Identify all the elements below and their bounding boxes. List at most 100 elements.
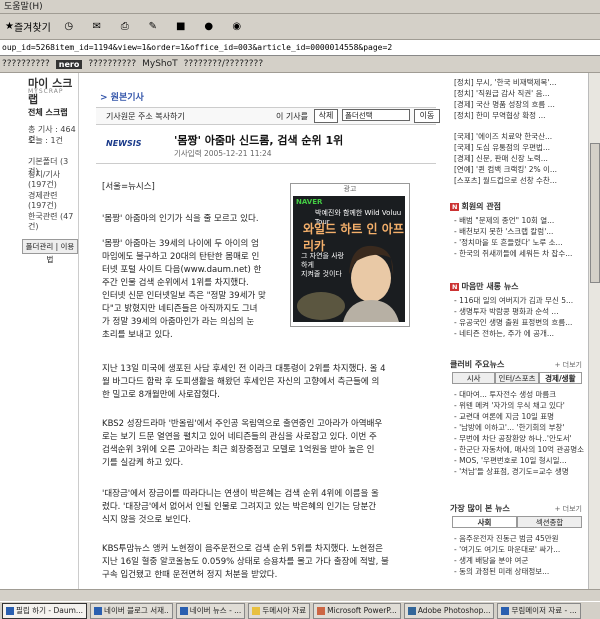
heading-text: 마음만 새롱 뉴스 (461, 282, 519, 291)
news-link[interactable]: - 무번에 차단 공장환양 하나..'안도서' (454, 433, 572, 444)
news-link[interactable]: [경제] 신문, 판매 신장 노력... (454, 153, 548, 164)
article-para: '대장금'에서 장금이를 따라다니는 연생이 박은혜는 검색 순위 4위에 이름… (102, 489, 379, 525)
links-bar: ?????????? nero ?????????? MyShoT ??????… (0, 56, 600, 73)
news-link[interactable]: - '처남'들 상표점, 경기도=교수 생명 (454, 466, 569, 477)
news-link[interactable]: - 생계 배당을 분야 여군 (454, 555, 528, 566)
messenger-icon[interactable]: ● (196, 17, 222, 37)
more-link[interactable]: + 더보기 (555, 360, 582, 370)
ie-icon (6, 606, 14, 615)
new-badge: N (450, 203, 460, 211)
task-item[interactable]: 무림메이저 자료 - ... (497, 602, 581, 619)
tab-enter-sports[interactable]: 인터/스포츠 (495, 372, 539, 384)
task-item[interactable]: 네이버 블로그 서재.. (90, 602, 173, 619)
news-link[interactable]: - '남방에 이하고'... '한기회의 부창' (454, 422, 564, 433)
news-link[interactable]: - MOS, '우편번호로 10일 형시일... (454, 455, 567, 466)
menu-help[interactable]: 도움말(H) (4, 2, 43, 12)
news-link[interactable]: - 116대 일의 여버지가 김과 무신 5... (454, 295, 573, 306)
task-item[interactable]: 두메시아 자료 (248, 602, 311, 619)
move-button[interactable]: 이동 (414, 109, 440, 123)
print-icon[interactable]: ⎙ (112, 17, 138, 37)
news-link[interactable]: - 교련대 여론에 지금 10일 표명 (454, 411, 554, 422)
section-heading: N 마음만 새롱 뉴스 (450, 281, 519, 292)
ad-image[interactable]: NAVER 박예진와 함께한 Wild Voluu Tour 와일드 하트 인 … (293, 196, 405, 322)
folder-select[interactable]: 폴더선택 (342, 109, 410, 121)
news-link[interactable]: - 한국의 쥐새끼들에 세워든 차 잡수... (454, 248, 572, 259)
news-link[interactable]: - '여기도 여기도 마운대로' 싸가... (454, 544, 560, 555)
right-sidebar: [정치] 무시, '한국 비재택제목'... [정치] '직원급 감사 직권' … (446, 73, 588, 589)
link-myshot[interactable]: MyShoT (142, 59, 178, 69)
discuss-icon[interactable]: ■ (168, 17, 194, 37)
folder-icon (252, 606, 261, 615)
popular-tabs: 사회 섹션종합 (452, 516, 582, 528)
powerpoint-icon (317, 606, 326, 615)
this-article-label: 이 기사를 (276, 112, 308, 121)
status-bar (0, 589, 600, 601)
news-link[interactable]: - 한군단 자동차에, 매사의 10억 관공명소 (454, 444, 584, 455)
section-heading: 클러비 주요뉴스 (450, 360, 505, 369)
mail-icon[interactable]: ✉ (84, 17, 110, 37)
folder-economy[interactable]: 경제관련 (197건) (28, 191, 76, 211)
news-link[interactable]: - 동의 과정된 미래 상태정보... (454, 566, 549, 577)
article-para: 지난 13일 미국에 생포된 사담 후세인 전 이라크 대통령이 2위를 차지했… (102, 364, 386, 400)
nero-logo[interactable]: nero (55, 59, 83, 69)
news-link[interactable]: - 생명투자 박람콩 평화과 순석 ... (454, 306, 559, 317)
copy-url-link[interactable]: 기사원문 주소 복사하기 (106, 111, 185, 122)
folder-korea[interactable]: 한국관련 (47건) (28, 212, 76, 232)
task-item[interactable]: 네이버 뉴스 - ... (175, 602, 246, 619)
all-scrap-link[interactable]: 전체 스크랩 (28, 107, 68, 118)
news-link[interactable]: [정치] '직원급 감사 직권' 음... (454, 88, 550, 99)
task-label: 필립 하기 - Daum... (16, 606, 84, 615)
edit-icon[interactable]: ✎ (140, 17, 166, 37)
news-link[interactable]: [국제] 도심 유통점의 우편법... (454, 142, 550, 153)
link-0[interactable]: ?????????? (2, 59, 50, 69)
news-link[interactable]: [연예] '퀸 컴백 크랙킹' 2% 이... (454, 164, 557, 175)
research-icon[interactable]: ◉ (224, 17, 250, 37)
history-icon[interactable]: ◷ (56, 17, 82, 37)
more-link[interactable]: + 더보기 (555, 504, 582, 514)
task-item[interactable]: 필립 하기 - Daum... (2, 602, 88, 619)
today-count: 오늘 : 1건 (28, 136, 63, 145)
news-link[interactable]: - 대마여... 투자전수 생성 마름크 (454, 389, 556, 400)
address-url[interactable]: oup_id=5268item_id=1194&view=1&order=1&o… (2, 43, 392, 52)
task-item[interactable]: Adobe Photoshop... (403, 602, 495, 619)
article-para: '몸짱' 아줌마는 39세의 나이에 두 아이의 엄 마임에도 불구하고 20대… (102, 239, 266, 340)
news-link[interactable]: - 유공국인 생명 출원 표정변의 흐름... (454, 317, 572, 328)
news-link[interactable]: [경제] 국산 명품 성장의 흐름 ... (454, 99, 555, 110)
vertical-scrollbar[interactable] (588, 73, 600, 589)
news-link[interactable]: [정치] 무시, '한국 비재택제목'... (454, 77, 557, 88)
folder-politics[interactable]: 정치/기사 (197건) (28, 170, 76, 190)
news-link[interactable]: [정치] 한미 무역협상 확정 ... (454, 110, 546, 121)
web-page: 마이 스크랩 MYSCRAP 전체 스크랩 총 기사 : 464건 오늘 : 1… (0, 73, 588, 589)
folder-manage-button[interactable]: 폴더관리 | 이용법 (22, 239, 78, 264)
task-label: 무림메이저 자료 - ... (511, 606, 577, 615)
portrait-illustration (297, 245, 399, 322)
link-1[interactable]: ?????????? (88, 59, 136, 69)
news-link[interactable]: - '정치마을 또 흔들렸다' 노루 소... (454, 237, 563, 248)
myscrap-subtitle: MYSCRAP (28, 88, 64, 95)
news-link[interactable]: - 음주운전자 진동근 범금 45만원 (454, 533, 559, 544)
ie-icon (94, 606, 103, 615)
tab-economy-life[interactable]: 경제/생활 (538, 372, 582, 384)
task-item[interactable]: Microsoft PowerP... (313, 602, 401, 619)
news-link[interactable]: - 배범 "문제의 종언" 10회 열... (454, 215, 554, 226)
address-bar[interactable]: oup_id=5268item_id=1194&view=1&order=1&o… (0, 40, 600, 56)
delete-button[interactable]: 삭제 (314, 109, 338, 123)
newsis-logo: NEWSIS (106, 139, 142, 148)
link-3[interactable]: ????????/???????? (184, 59, 263, 69)
browser-toolbar: ★ 즐겨찾기 ◷ ✉ ⎙ ✎ ■ ● ◉ (0, 14, 600, 40)
news-link[interactable]: - 배천보지 못한 '스크랩 칼럼'... (454, 226, 553, 237)
news-link[interactable]: - 위텐 메켜 '자가의 우식 채고 있다' (454, 400, 565, 411)
news-link[interactable]: [국제] '에이즈 치료약 한국산... (454, 131, 552, 142)
news-link[interactable]: [스포츠] 월드컵으로 선창 수찬... (454, 175, 557, 186)
favorites-label: 즐겨찾기 (13, 23, 51, 34)
scrollbar-thumb[interactable] (590, 143, 600, 283)
task-label: 네이버 뉴스 - ... (189, 606, 242, 615)
photoshop-icon (407, 606, 416, 615)
tab-sisa[interactable]: 시사 (452, 372, 496, 384)
news-link[interactable]: - 네티즌 전하는, 주가 에 공개... (454, 328, 554, 339)
tab-society[interactable]: 사회 (452, 516, 517, 528)
favorites-button[interactable]: ★ 즐겨찾기 (2, 17, 54, 37)
banner-ad[interactable]: 광고 NAVER 박예진와 함께한 Wild Voluu Tour 와일드 하트… (290, 183, 410, 327)
section-heading: N 회원의 관점 (450, 201, 501, 212)
tab-section-all[interactable]: 섹션종합 (517, 516, 582, 528)
